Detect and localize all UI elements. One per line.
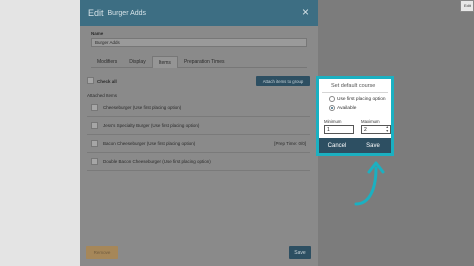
name-label: Name: [91, 31, 104, 36]
list-item: Jess's Specialty Burger (Use first placi…: [87, 117, 310, 135]
background-edit-button[interactable]: Edit: [460, 0, 474, 12]
item-checkbox[interactable]: [91, 104, 98, 111]
popover-footer: Cancel Save: [319, 138, 391, 153]
attach-items-button[interactable]: Attach items to group: [256, 76, 310, 86]
popover-divider: [322, 92, 388, 93]
save-button[interactable]: Save: [355, 138, 391, 153]
cancel-button[interactable]: Cancel: [319, 138, 355, 153]
modal-title-prefix: Edit: [88, 8, 104, 18]
list-item: Bacon Cheeseburger (Use first placing op…: [87, 135, 310, 153]
minimum-input[interactable]: 1: [324, 125, 354, 134]
radio-use-first-placing[interactable]: [329, 96, 335, 102]
maximum-input[interactable]: 2 ▲ ▼: [361, 125, 391, 134]
tab-modifiers[interactable]: Modifiers: [91, 56, 123, 68]
item-name: Cheeseburger (Use first placing option): [103, 105, 182, 110]
popover-title: Set default course: [331, 83, 376, 89]
spinner-icon[interactable]: ▲ ▼: [386, 125, 389, 133]
modal-header: Edit Burger Adds ×: [80, 0, 318, 26]
default-course-popover: Set default course Use first placing opt…: [316, 76, 394, 156]
attached-items-label: Attached Items: [87, 93, 118, 98]
tab-display[interactable]: Display: [123, 56, 151, 68]
item-checkbox[interactable]: [91, 122, 98, 129]
item-name: Bacon Cheeseburger (Use first placing op…: [103, 141, 196, 146]
background-page: [0, 0, 80, 266]
item-checkbox[interactable]: [91, 158, 98, 165]
item-prep-time: [Prep Time: 0/0]: [274, 141, 306, 146]
remove-button[interactable]: Remove: [86, 246, 118, 259]
radio-label-available: Available: [337, 106, 357, 111]
check-all-label: Check all: [97, 79, 117, 84]
attached-items-list: Cheeseburger (Use first placing option) …: [87, 99, 310, 171]
radio-label-use-first-placing: Use first placing option: [337, 97, 386, 102]
modal-title: Burger Adds: [107, 9, 147, 17]
list-item: Cheeseburger (Use first placing option): [87, 99, 310, 117]
item-checkbox[interactable]: [91, 140, 98, 147]
item-name: Double Bacon Cheeseburger (Use first pla…: [103, 159, 211, 164]
maximum-value: 2: [364, 127, 367, 133]
radio-available[interactable]: [329, 105, 335, 111]
item-name: Jess's Specialty Burger (Use first placi…: [103, 123, 200, 128]
close-icon[interactable]: ×: [302, 6, 309, 18]
name-input[interactable]: Burger Adds: [91, 38, 307, 47]
screen: Edit Edit Burger Adds × Name Burger Adds…: [0, 0, 474, 266]
minimum-label: Minimum: [324, 119, 342, 124]
tab-items[interactable]: Items: [151, 56, 178, 68]
minimum-value: 1: [327, 127, 330, 133]
maximum-label: Maximum: [361, 119, 380, 124]
tab-bar: Modifiers Display Items Preparation Time…: [91, 56, 307, 68]
tab-preparation-times[interactable]: Preparation Times: [178, 56, 231, 68]
modal-save-button[interactable]: Save: [289, 246, 311, 259]
list-item: Double Bacon Cheeseburger (Use first pla…: [87, 153, 310, 171]
curved-arrow-icon: [354, 161, 385, 206]
check-all-checkbox[interactable]: [87, 77, 94, 84]
